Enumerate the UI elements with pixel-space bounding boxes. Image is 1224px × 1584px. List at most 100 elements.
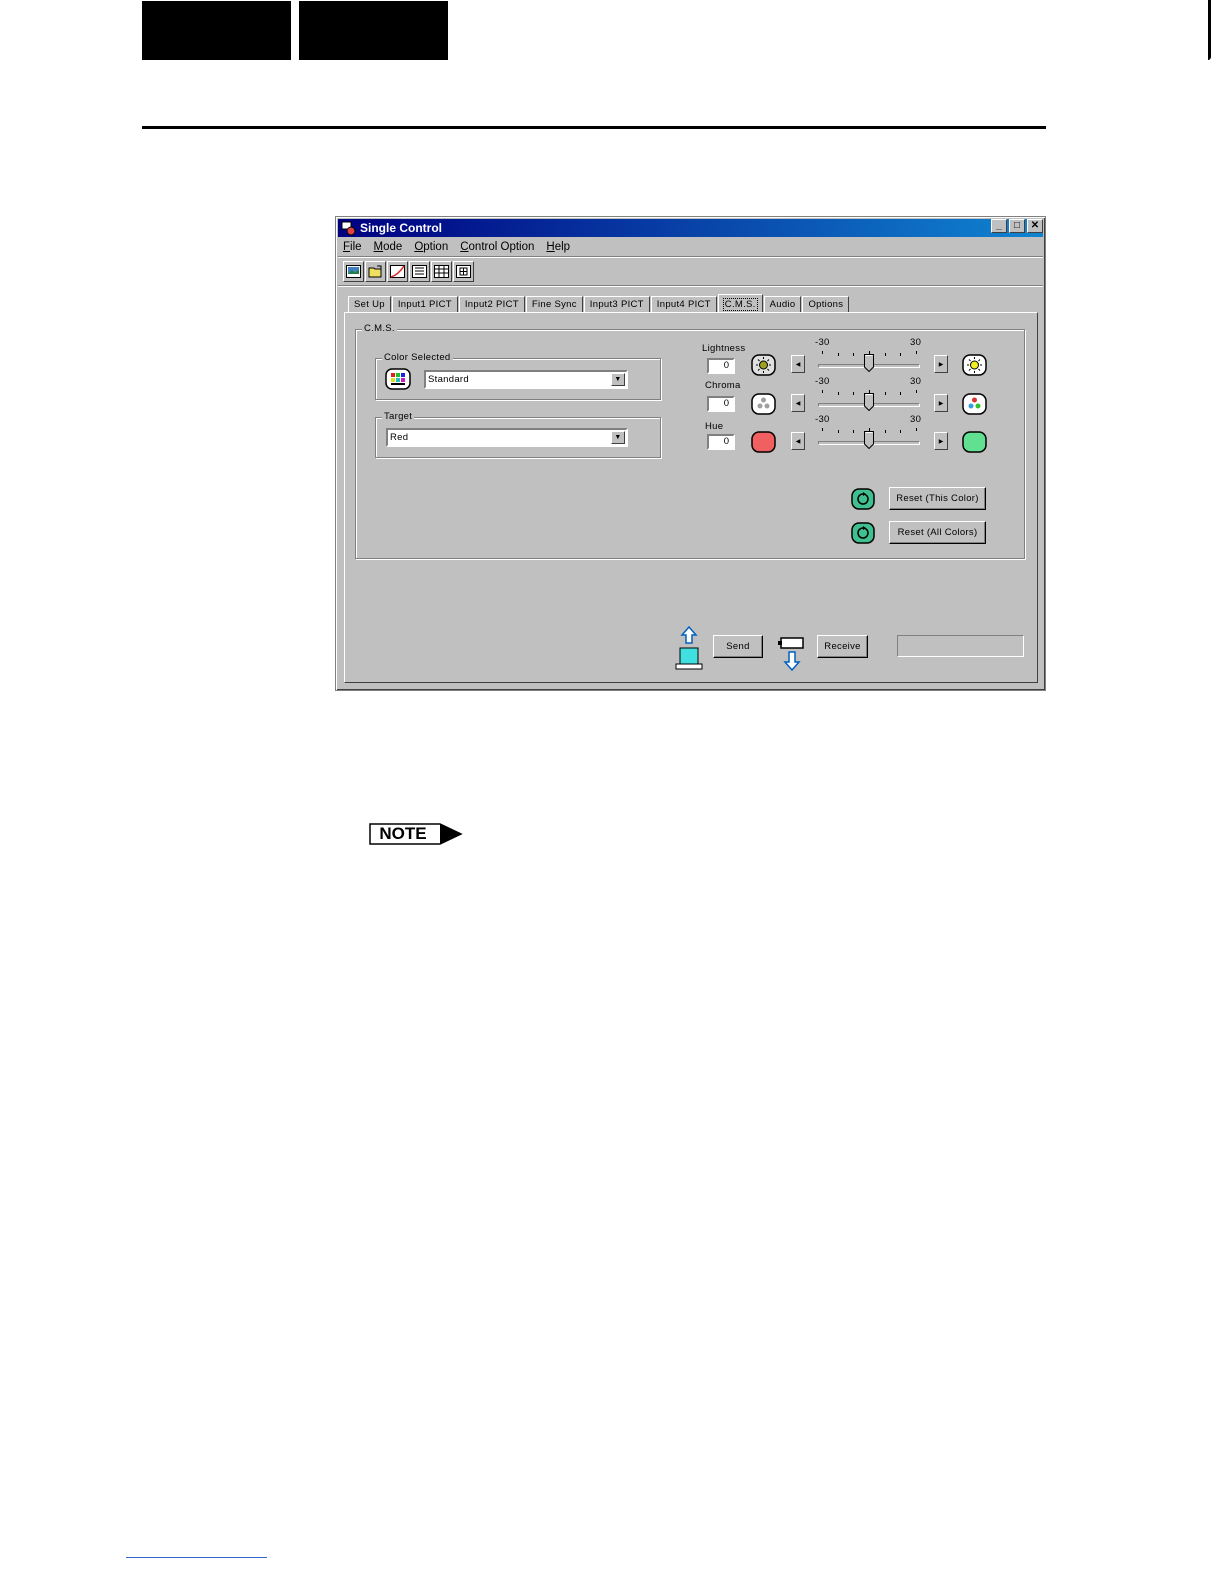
slider-tick	[837, 392, 839, 395]
picture-icon[interactable]	[343, 261, 364, 282]
tab-input3-pict[interactable]: Input3 PICT	[583, 296, 650, 313]
tab-input1-pict[interactable]: Input1 PICT	[391, 296, 458, 313]
reset-all-colors-button[interactable]: Reset (All Colors)	[889, 521, 986, 544]
slider-tick	[884, 430, 886, 433]
tab-audio[interactable]: Audio	[763, 296, 802, 313]
hue-min-label: -30	[815, 414, 830, 425]
target-dropdown[interactable]: Red ▼	[386, 428, 628, 447]
slider-tick	[822, 428, 823, 431]
target-value: Red	[390, 432, 409, 443]
color-selected-group: Color Selected Standard ▼	[375, 352, 661, 400]
hue-increase-button[interactable]: ▶	[934, 432, 948, 450]
color-selected-dropdown[interactable]: Standard ▼	[424, 370, 628, 389]
title-bar[interactable]: Single Control	[338, 219, 1043, 237]
reset-all-colors-icon	[851, 522, 875, 549]
lightness-slider-thumb[interactable]	[864, 354, 874, 373]
tab-strip: Set Up Input1 PICT Input2 PICT Fine Sync…	[348, 294, 850, 313]
slider-tick	[900, 392, 902, 395]
app-icon	[341, 220, 357, 236]
toolbar	[343, 261, 474, 282]
lightness-increase-button[interactable]: ▶	[934, 355, 948, 373]
send-pc-icon	[675, 625, 703, 675]
slider-tick	[916, 428, 917, 431]
chroma-value-field[interactable]: 0	[707, 396, 735, 412]
slider-tick	[822, 351, 823, 354]
hue-value-field[interactable]: 0	[707, 434, 735, 450]
tab-set-up[interactable]: Set Up	[348, 296, 391, 313]
chroma-slider[interactable]	[818, 387, 920, 412]
slider-tick	[884, 353, 886, 356]
menu-bar: File Mode Option Control Option Help	[340, 238, 570, 256]
lightness-decrease-button[interactable]: ◀	[791, 355, 805, 373]
hue-slider[interactable]	[818, 425, 920, 450]
hue-start-swatch	[751, 431, 776, 453]
menu-control-option[interactable]: Control Option	[460, 241, 534, 253]
grid-view-icon[interactable]	[431, 261, 452, 282]
tab-cms[interactable]: C.M.S.	[717, 294, 763, 313]
tab-fine-sync[interactable]: Fine Sync	[525, 296, 583, 313]
slider-tick	[853, 353, 855, 356]
slider-tick	[900, 430, 902, 433]
lightness-slider[interactable]	[818, 348, 920, 373]
chroma-max-label: 30	[910, 376, 922, 387]
header-tab-block-1	[142, 1, 291, 60]
chroma-min-label: -30	[815, 376, 830, 387]
target-group: Target Red ▼	[375, 411, 661, 458]
chroma-low-icon	[751, 393, 776, 420]
hue-end-swatch	[962, 431, 987, 453]
tab-input4-pict[interactable]: Input4 PICT	[650, 296, 717, 313]
list-view-icon[interactable]	[409, 261, 430, 282]
lightness-high-icon	[962, 354, 987, 381]
lightness-value-field[interactable]: 0	[707, 358, 735, 374]
menu-separator	[338, 256, 1043, 258]
minimize-button[interactable]: _	[991, 219, 1007, 233]
slider-tick	[869, 390, 870, 393]
reset-this-color-button[interactable]: Reset (This Color)	[889, 487, 986, 510]
folder-open-icon[interactable]	[365, 261, 386, 282]
chevron-down-icon[interactable]: ▼	[611, 373, 625, 386]
slider-tick	[853, 392, 855, 395]
chroma-slider-thumb[interactable]	[864, 393, 874, 412]
hue-label: Hue	[705, 421, 724, 432]
target-label: Target	[382, 411, 415, 422]
menu-file[interactable]: File	[343, 241, 362, 253]
menu-option[interactable]: Option	[414, 241, 448, 253]
chroma-high-icon	[962, 393, 987, 420]
cms-group: C.M.S. Color Selected Standard ▼ Target …	[355, 323, 1025, 559]
send-button[interactable]: Send	[713, 635, 763, 658]
color-palette-icon	[385, 368, 411, 395]
slider-tick	[837, 430, 839, 433]
chroma-decrease-button[interactable]: ◀	[791, 394, 805, 412]
menu-mode[interactable]: Mode	[374, 241, 403, 253]
color-selected-label: Color Selected	[382, 352, 453, 363]
tab-options[interactable]: Options	[802, 296, 850, 313]
hue-slider-thumb[interactable]	[864, 431, 874, 450]
gamma-curve-icon[interactable]	[387, 261, 408, 282]
maximize-button[interactable]: □	[1009, 219, 1025, 233]
slider-tick	[916, 390, 917, 393]
reset-this-color-icon	[851, 488, 875, 515]
slider-tick	[869, 351, 870, 354]
header-rule	[142, 126, 1046, 129]
receive-button[interactable]: Receive	[817, 635, 868, 658]
lightness-min-label: -30	[815, 337, 830, 348]
cms-tab-panel: C.M.S. Color Selected Standard ▼ Target …	[344, 312, 1038, 683]
window-title: Single Control	[360, 221, 442, 235]
hue-decrease-button[interactable]: ◀	[791, 432, 805, 450]
page-edge-curve	[1208, 0, 1211, 60]
detail-view-icon[interactable]	[453, 261, 474, 282]
tab-input2-pict[interactable]: Input2 PICT	[458, 296, 525, 313]
slider-tick	[900, 353, 902, 356]
single-control-window: Single Control _ □ ✕ File Mode Option Co…	[335, 216, 1046, 691]
slider-tick	[822, 390, 823, 393]
header-tab-block-2	[299, 1, 448, 60]
close-button[interactable]: ✕	[1027, 219, 1043, 233]
slider-tick	[869, 428, 870, 431]
slider-tick	[916, 351, 917, 354]
chroma-increase-button[interactable]: ▶	[934, 394, 948, 412]
chevron-down-icon[interactable]: ▼	[611, 431, 625, 444]
menu-help[interactable]: Help	[546, 241, 570, 253]
hue-end-swatch-icon	[962, 431, 987, 458]
note-badge: NOTE	[369, 823, 463, 850]
slider-tick	[837, 353, 839, 356]
